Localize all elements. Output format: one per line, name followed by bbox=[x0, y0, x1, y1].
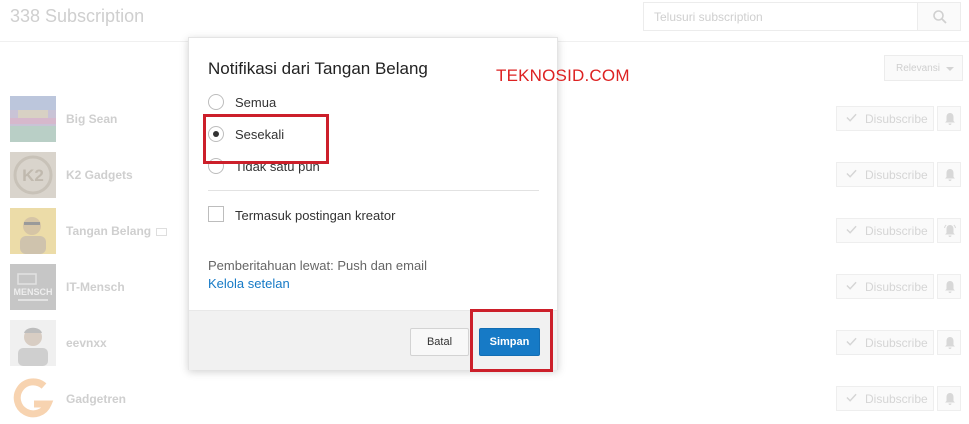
channel-name[interactable]: Tangan Belang bbox=[66, 224, 168, 238]
avatar[interactable] bbox=[10, 96, 56, 142]
avatar[interactable] bbox=[10, 208, 56, 254]
check-icon bbox=[846, 337, 857, 346]
manage-settings-link[interactable]: Kelola setelan bbox=[208, 276, 290, 291]
unsubscribe-label: Disubscribe bbox=[865, 336, 928, 350]
notification-bell-button[interactable] bbox=[937, 218, 961, 243]
search-input[interactable]: Telusuri subscription bbox=[643, 2, 917, 31]
unsubscribe-button[interactable]: Disubscribe bbox=[836, 218, 934, 243]
dialog-title: Notifikasi dari Tangan Belang bbox=[208, 59, 428, 78]
watermark-text: TEKNOSID.COM bbox=[496, 66, 630, 85]
unsubscribe-label: Disubscribe bbox=[865, 168, 928, 182]
itmensch-logo-text: MENSCH bbox=[13, 287, 52, 297]
bell-icon bbox=[945, 113, 955, 125]
bell-icon bbox=[945, 393, 955, 405]
cancel-button[interactable]: Batal bbox=[410, 328, 469, 356]
check-icon bbox=[846, 393, 857, 402]
chevron-down-icon bbox=[946, 67, 954, 71]
notification-bell-button[interactable] bbox=[937, 274, 961, 299]
unsubscribe-label: Disubscribe bbox=[865, 280, 928, 294]
unsubscribe-label: Disubscribe bbox=[865, 112, 928, 126]
channel-name[interactable]: eevnxx bbox=[66, 336, 107, 350]
sort-label: Relevansi bbox=[896, 63, 940, 74]
dialog-divider bbox=[208, 190, 539, 191]
notification-bell-button[interactable] bbox=[937, 162, 961, 187]
radio-button[interactable] bbox=[208, 94, 224, 110]
subscriptions-page: 338 Subscription Telusuri subscription R… bbox=[0, 0, 969, 424]
search-button[interactable] bbox=[917, 2, 961, 31]
sort-dropdown[interactable]: Relevansi bbox=[884, 55, 963, 81]
notification-bell-button[interactable] bbox=[937, 106, 961, 131]
notification-bell-button[interactable] bbox=[937, 386, 961, 411]
unsubscribe-button[interactable]: Disubscribe bbox=[836, 330, 934, 355]
channel-name[interactable]: IT-Mensch bbox=[66, 280, 125, 294]
channel-name[interactable]: K2 Gadgets bbox=[66, 168, 133, 182]
include-posts-checkbox[interactable] bbox=[208, 206, 224, 222]
mail-icon bbox=[156, 227, 168, 236]
bell-icon bbox=[945, 169, 955, 181]
unsubscribe-button[interactable]: Disubscribe bbox=[836, 386, 934, 411]
avatar[interactable]: K2 bbox=[10, 152, 56, 198]
page-title: 338 Subscription bbox=[10, 6, 145, 26]
channel-name[interactable]: Big Sean bbox=[66, 112, 117, 126]
radio-option-all[interactable]: Semua bbox=[208, 93, 508, 113]
avatar[interactable] bbox=[10, 376, 56, 422]
unsubscribe-button[interactable]: Disubscribe bbox=[836, 162, 934, 187]
channel-name[interactable]: Gadgetren bbox=[66, 392, 126, 406]
unsubscribe-label: Disubscribe bbox=[865, 224, 928, 238]
list-item: Gadgetren Disubscribe bbox=[0, 376, 969, 424]
unsubscribe-button[interactable]: Disubscribe bbox=[836, 106, 934, 131]
bell-icon bbox=[945, 281, 955, 293]
unsubscribe-label: Disubscribe bbox=[865, 392, 928, 406]
radio-label: Semua bbox=[235, 95, 277, 110]
notification-method-text: Pemberitahuan lewat: Push dan email bbox=[208, 258, 427, 273]
search-icon bbox=[933, 10, 947, 24]
bell-icon bbox=[945, 337, 955, 349]
channel-name-text: Tangan Belang bbox=[66, 224, 152, 238]
k2-logo-text: K2 bbox=[22, 166, 44, 185]
check-icon bbox=[846, 169, 857, 178]
notification-bell-button[interactable] bbox=[937, 330, 961, 355]
check-icon bbox=[846, 225, 857, 234]
check-icon bbox=[846, 281, 857, 290]
avatar[interactable] bbox=[10, 320, 56, 366]
bell-ringing-icon bbox=[944, 224, 956, 237]
highlight-box-save bbox=[470, 309, 553, 372]
check-icon bbox=[846, 113, 857, 122]
avatar[interactable]: MENSCH bbox=[10, 264, 56, 310]
include-posts-label[interactable]: Termasuk postingan kreator bbox=[235, 208, 395, 223]
unsubscribe-button[interactable]: Disubscribe bbox=[836, 274, 934, 299]
highlight-box-option bbox=[203, 114, 329, 164]
